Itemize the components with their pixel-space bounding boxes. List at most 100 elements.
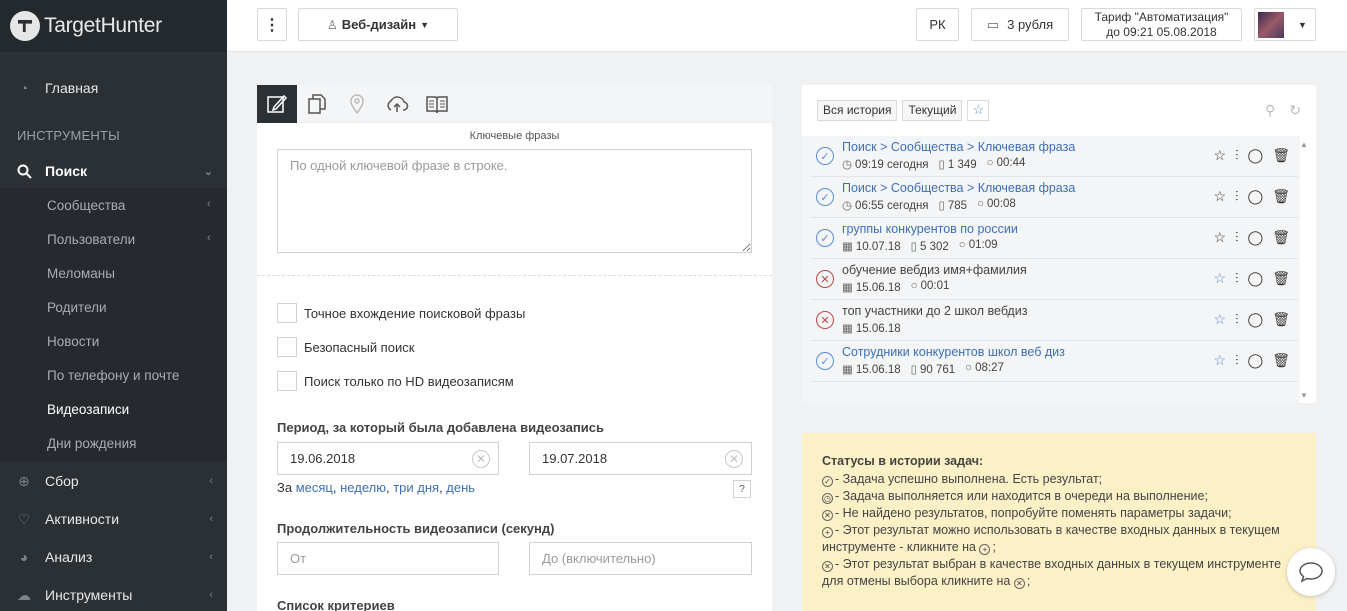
trash-icon[interactable]: 🗑 — [1272, 311, 1290, 328]
star-icon[interactable]: ☆ — [1213, 188, 1226, 205]
user-icon: ♙ — [326, 17, 338, 32]
tariff-button[interactable]: Тариф "Автоматизация" до 09:21 05.08.201… — [1081, 8, 1242, 41]
sidebar-subitem-phone-email[interactable]: По телефону и почте — [47, 368, 179, 383]
logo[interactable]: TargetHunter — [0, 0, 227, 52]
sidebar-item-search[interactable]: Поиск ⌄ — [0, 161, 227, 181]
tab-copy[interactable] — [297, 85, 337, 123]
checkbox-label: Точное вхождение поисковой фразы — [304, 305, 526, 321]
history-title[interactable]: Поиск > Сообщества > Ключевая фраза — [842, 140, 1075, 154]
safe-search-checkbox[interactable] — [277, 337, 297, 357]
history-title[interactable]: группы конкурентов по россии — [842, 222, 1018, 236]
status-line-empty: ✕ - Не найдено результатов, попробуйте по… — [822, 505, 1296, 522]
user-menu[interactable]: ▼ — [1254, 8, 1316, 41]
search-icon[interactable]: ⚲ — [1265, 102, 1275, 119]
history-row[interactable]: ✕ обучение вебдиз имя+фамилия ▦ 15.06.18 ○ 00… — [810, 259, 1298, 300]
menu-button[interactable]: ⋮ — [257, 8, 287, 41]
sliders-icon[interactable]: ⫶ — [1235, 229, 1239, 246]
trash-icon[interactable]: 🗑 — [1272, 147, 1290, 164]
sidebar-subitem-music-lovers[interactable]: Меломаны — [47, 266, 115, 281]
history-row[interactable]: ✓ Сотрудники конкурентов школ веб диз ▦ 15.… — [810, 341, 1298, 382]
history-row[interactable]: ✕ топ участники до 2 школ вебдиз ▦ 15.06.18… — [810, 300, 1298, 341]
refresh-icon[interactable]: ↻ — [1289, 102, 1301, 119]
history-row[interactable]: ✓ Поиск > Сообщества > Ключевая фраза ◷ 06:… — [810, 177, 1298, 218]
favorites-filter-button[interactable]: ☆ — [967, 99, 990, 121]
checkbox-label: Поиск только по HD видеозаписям — [304, 373, 514, 389]
cloud-icon: ☁ — [17, 586, 31, 603]
sidebar-item-activity[interactable]: ♡ Активности ‹ — [0, 509, 227, 529]
history-title[interactable]: Поиск > Сообщества > Ключевая фраза — [842, 181, 1075, 195]
link-week[interactable]: неделю — [340, 480, 386, 495]
star-icon[interactable]: ☆ — [1213, 147, 1226, 164]
status-line-usable: + - Этот результат можно использовать в к… — [822, 522, 1296, 539]
exact-match-checkbox[interactable] — [277, 303, 297, 323]
history-count: ▯ 1 349 — [938, 159, 977, 171]
trash-icon[interactable]: 🗑 — [1272, 270, 1290, 287]
sidebar-subitem-parents[interactable]: Родители — [47, 300, 107, 315]
vertical-dots-icon: ⋮ — [264, 16, 280, 34]
trash-icon[interactable]: 🗑 — [1272, 352, 1290, 369]
tab-keywords[interactable] — [257, 85, 297, 123]
date-from-input[interactable]: 19.06.2018 ✕ — [277, 442, 499, 475]
rk-button[interactable]: РК — [916, 8, 959, 41]
tab-all-history[interactable]: Вся история — [817, 99, 898, 121]
sidebar-item-tools[interactable]: ☁ Инструменты ‹ — [0, 585, 227, 605]
sidebar-item-main[interactable]: ◔ Главная — [0, 78, 227, 98]
exact-match-option[interactable]: Точное вхождение поисковой фразы — [277, 303, 525, 323]
duration-from-input[interactable]: От — [277, 542, 499, 575]
tab-guide[interactable] — [417, 85, 457, 123]
history-actions: ☆ ⫶ ◯ 🗑 — [1213, 188, 1290, 205]
star-icon[interactable]: ☆ — [1213, 229, 1226, 246]
sidebar-subitem-news[interactable]: Новости — [47, 334, 99, 349]
hd-only-checkbox[interactable] — [277, 371, 297, 391]
trash-icon[interactable]: 🗑 — [1272, 188, 1290, 205]
link-day[interactable]: день — [446, 480, 475, 495]
safe-search-option[interactable]: Безопасный поиск — [277, 337, 414, 357]
comment-icon[interactable]: ◯ — [1248, 311, 1264, 328]
project-selector[interactable]: ♙ Веб-дизайн ▼ — [298, 8, 458, 41]
sidebar-item-collect[interactable]: ⊕ Сбор ‹ — [0, 471, 227, 491]
comment-icon[interactable]: ◯ — [1248, 147, 1264, 164]
hd-only-option[interactable]: Поиск только по HD видеозаписям — [277, 371, 514, 391]
status-line-selected-cont: для отмены выбора кликните на ✕; — [822, 574, 1031, 589]
balance-button[interactable]: ▭ 3 рубля — [971, 8, 1069, 41]
star-icon[interactable]: ☆ — [1213, 270, 1226, 287]
sliders-icon[interactable]: ⫶ — [1235, 147, 1239, 164]
sliders-icon[interactable]: ⫶ — [1235, 311, 1239, 328]
caret-down-icon: ▼ — [420, 19, 430, 30]
tab-current[interactable]: Текущий — [902, 99, 963, 121]
sliders-icon[interactable]: ⫶ — [1235, 270, 1239, 287]
history-row[interactable]: ✓ группы конкурентов по россии ▦ 10.07.18 ▯ 5… — [810, 218, 1298, 259]
comment-icon[interactable]: ◯ — [1248, 188, 1264, 205]
tab-location[interactable] — [337, 85, 377, 123]
history-time: ▦ 15.06.18 — [842, 323, 901, 335]
comment-icon[interactable]: ◯ — [1248, 352, 1264, 369]
link-three-days[interactable]: три дня — [393, 480, 439, 495]
sidebar-subitem-birthdays[interactable]: Дни рождения — [47, 436, 136, 451]
history-scrollbar[interactable]: ▲ ▼ — [1300, 140, 1308, 400]
link-month[interactable]: месяц — [296, 480, 333, 495]
star-icon[interactable]: ☆ — [1213, 311, 1226, 328]
clear-icon[interactable]: ✕ — [472, 450, 490, 468]
sidebar-item-analysis[interactable]: ◕ Анализ ‹ — [0, 547, 227, 567]
comment-icon[interactable]: ◯ — [1248, 270, 1264, 287]
tab-upload[interactable] — [377, 85, 417, 123]
date-to-input[interactable]: 19.07.2018 ✕ — [529, 442, 752, 475]
history-title[interactable]: Сотрудники конкурентов школ веб диз — [842, 345, 1065, 359]
gauge-icon: ◔ — [19, 80, 29, 96]
keywords-textarea[interactable] — [277, 149, 752, 253]
sidebar-subitem-communities[interactable]: Сообщества ‹ — [47, 198, 211, 213]
comment-icon[interactable]: ◯ — [1248, 229, 1264, 246]
help-button[interactable]: ? — [733, 480, 751, 498]
chat-button[interactable] — [1287, 548, 1335, 596]
sidebar-subitem-videos[interactable]: Видеозаписи — [47, 402, 129, 417]
duration-to-input[interactable]: До (включительно) — [529, 542, 752, 575]
sliders-icon[interactable]: ⫶ — [1235, 188, 1239, 205]
history-row[interactable]: ✓ Поиск > Сообщества > Ключевая фраза ◷ 09:… — [810, 136, 1298, 177]
clear-icon[interactable]: ✕ — [725, 450, 743, 468]
sliders-icon[interactable]: ⫶ — [1235, 352, 1239, 369]
trash-icon[interactable]: 🗑 — [1272, 229, 1290, 246]
star-icon[interactable]: ☆ — [1213, 352, 1226, 369]
history-duration: ○ 01:09 — [958, 239, 998, 251]
date-to-value: 19.07.2018 — [542, 451, 608, 466]
sidebar-subitem-users[interactable]: Пользователи ‹ — [47, 232, 211, 247]
